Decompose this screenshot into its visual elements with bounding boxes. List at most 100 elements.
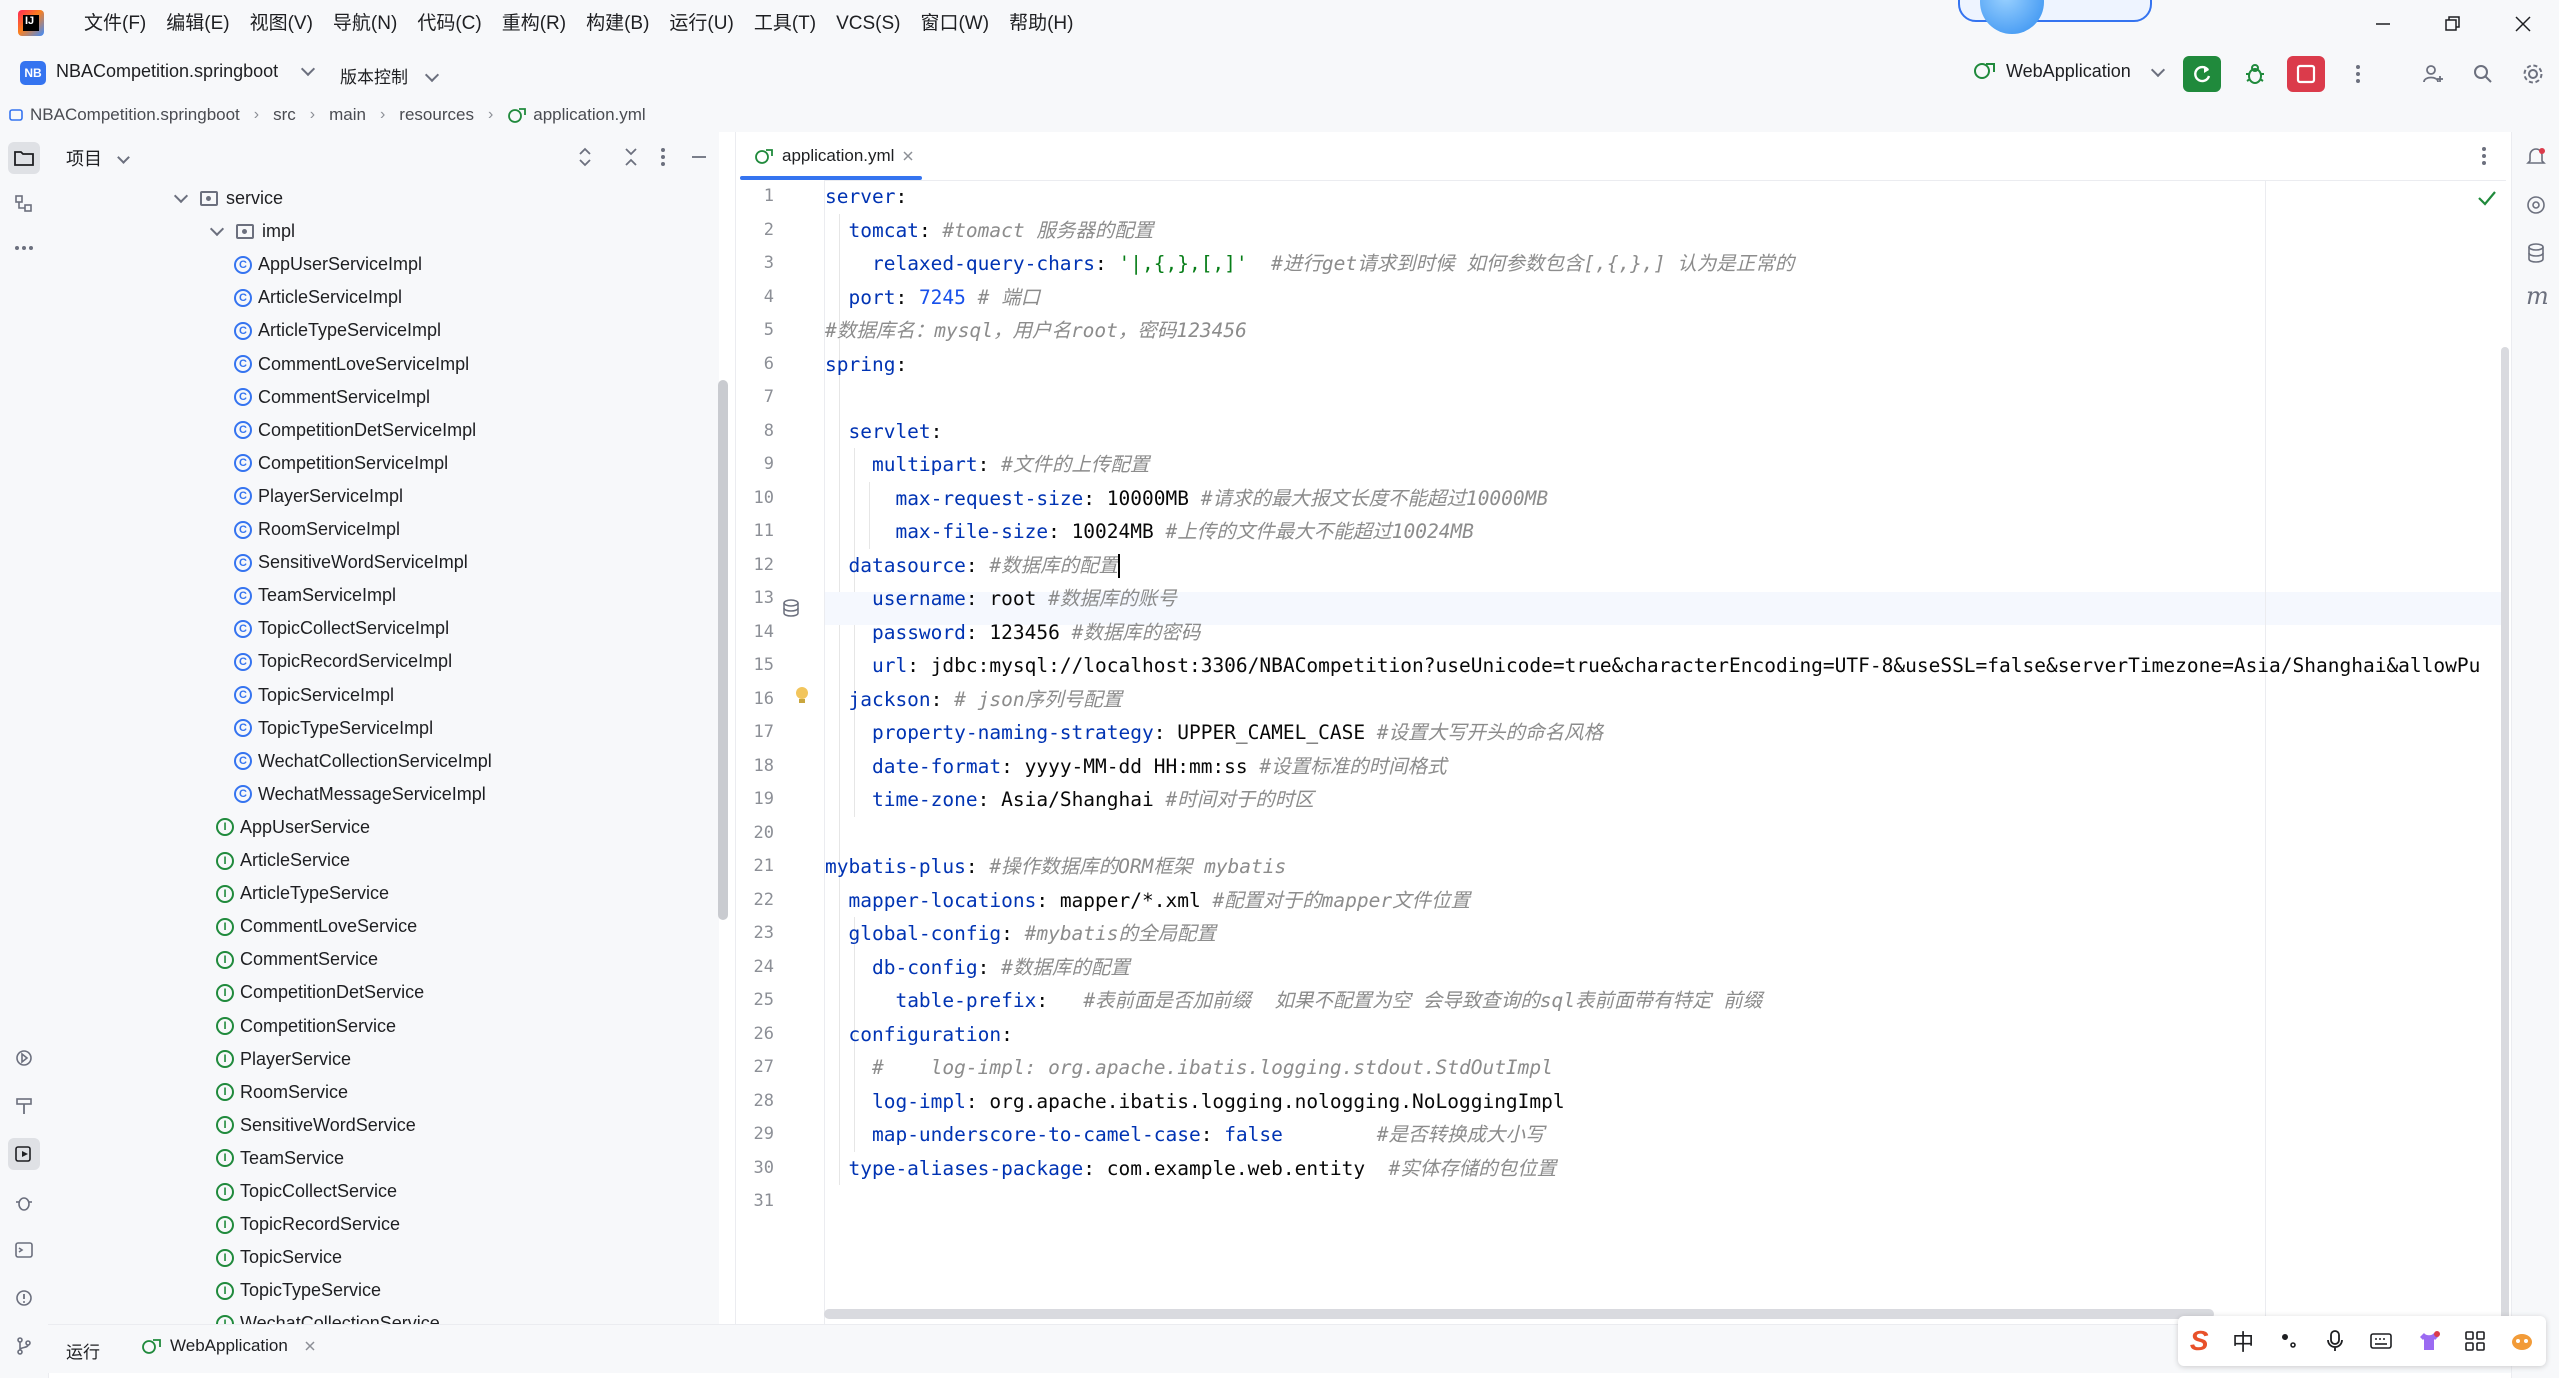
microphone-icon[interactable] xyxy=(2324,1329,2346,1353)
tree-item-class[interactable]: C SensitiveWordServiceImpl xyxy=(48,546,719,579)
menu-window[interactable]: 窗口(W) xyxy=(910,6,999,42)
git-tool-button[interactable] xyxy=(8,1330,40,1362)
tree-item-interface[interactable]: I TeamService xyxy=(48,1142,719,1175)
settings-button[interactable] xyxy=(2514,56,2552,92)
menu-file[interactable]: 文件(F) xyxy=(74,6,156,42)
tree-item-interface[interactable]: I TopicTypeService xyxy=(48,1274,719,1307)
debug-button[interactable] xyxy=(2236,56,2274,92)
tree-item-class[interactable]: C ArticleTypeServiceImpl xyxy=(48,314,719,347)
tree-item-class[interactable]: C CommentLoveServiceImpl xyxy=(48,348,719,381)
menu-tools[interactable]: 工具(T) xyxy=(744,6,826,42)
stop-button[interactable] xyxy=(2287,56,2325,92)
breadcrumb-resources[interactable]: resources xyxy=(399,105,474,125)
skin-shirt-icon[interactable] xyxy=(2417,1330,2441,1352)
tree-item-interface[interactable]: I TopicService xyxy=(48,1241,719,1274)
menu-code[interactable]: 代码(C) xyxy=(407,6,491,42)
breadcrumb-src[interactable]: src xyxy=(273,105,296,125)
ai-assistant-icon[interactable] xyxy=(2525,194,2547,216)
project-badge[interactable]: NB xyxy=(20,61,46,85)
expand-all-icon[interactable] xyxy=(576,146,594,168)
menu-edit[interactable]: 编辑(E) xyxy=(156,6,239,42)
tree-item-interface[interactable]: I AppUserService xyxy=(48,811,719,844)
tree-item-interface[interactable]: I CommentService xyxy=(48,943,719,976)
minimize-panel-icon[interactable] xyxy=(690,146,708,168)
editor-vertical-scrollbar[interactable] xyxy=(2501,347,2509,1372)
tree-item-interface[interactable]: I CompetitionDetService xyxy=(48,976,719,1009)
vcs-widget[interactable]: 版本控制 xyxy=(340,63,439,88)
tree-item-class[interactable]: C CompetitionDetServiceImpl xyxy=(48,414,719,447)
more-vertical-icon[interactable] xyxy=(2481,145,2487,167)
notifications-icon[interactable] xyxy=(2525,146,2547,168)
tree-item-class[interactable]: C TopicServiceImpl xyxy=(48,679,719,712)
breadcrumb-main[interactable]: main xyxy=(329,105,366,125)
terminal-tool-button[interactable] xyxy=(8,1234,40,1266)
menu-build[interactable]: 构建(B) xyxy=(576,6,659,42)
menu-help[interactable]: 帮助(H) xyxy=(999,6,1083,42)
structure-tool-button[interactable] xyxy=(8,188,40,220)
ime-language-toggle[interactable]: 中 xyxy=(2232,1325,2254,1357)
project-view-selector[interactable]: 项目 xyxy=(66,145,130,171)
rerun-button[interactable] xyxy=(2183,56,2221,92)
run-tab-webapplication[interactable]: WebApplication xyxy=(140,1336,316,1356)
tree-item-interface[interactable]: I RoomService xyxy=(48,1076,719,1109)
tree-item-class[interactable]: C TopicCollectServiceImpl xyxy=(48,612,719,645)
menu-view[interactable]: 视图(V) xyxy=(240,6,323,42)
collapse-all-icon[interactable] xyxy=(622,146,640,168)
editor-horizontal-scrollbar[interactable] xyxy=(824,1309,2214,1319)
tree-item-class[interactable]: C CompetitionServiceImpl xyxy=(48,447,719,480)
run-config-selector[interactable]: WebApplication xyxy=(1972,60,2165,82)
menu-run[interactable]: 运行(U) xyxy=(659,6,743,42)
debug-tool-button[interactable] xyxy=(8,1186,40,1218)
database-icon[interactable] xyxy=(781,598,803,618)
project-tree-scrollbar[interactable] xyxy=(718,380,728,920)
tab-application-yml[interactable]: application.yml xyxy=(744,132,924,180)
chevron-down-icon[interactable] xyxy=(173,188,189,204)
chevron-down-icon[interactable] xyxy=(209,222,225,237)
tree-item-class[interactable]: C TopicRecordServiceImpl xyxy=(48,645,719,678)
punctuation-icon[interactable] xyxy=(2278,1330,2300,1352)
tree-item-interface[interactable]: I TopicRecordService xyxy=(48,1208,719,1241)
menu-vcs[interactable]: VCS(S) xyxy=(826,6,910,42)
more-actions-button[interactable] xyxy=(2339,56,2377,92)
menu-navigate[interactable]: 导航(N) xyxy=(323,6,407,42)
close-tab-icon[interactable] xyxy=(304,1340,316,1352)
tree-item-class[interactable]: C ArticleServiceImpl xyxy=(48,281,719,314)
services-tool-button[interactable] xyxy=(8,1042,40,1074)
search-everywhere-button[interactable] xyxy=(2464,56,2502,92)
project-tool-button[interactable] xyxy=(8,142,40,174)
more-tools-button[interactable] xyxy=(8,232,40,264)
tree-item-class[interactable]: C PlayerServiceImpl xyxy=(48,480,719,513)
code-editor[interactable]: server: tomcat: #tomact 服务器的配置 relaxed-q… xyxy=(825,180,2506,1324)
project-switcher[interactable]: NBACompetition.springboot xyxy=(56,61,316,82)
menu-refactor[interactable]: 重构(R) xyxy=(492,6,576,42)
close-window-button[interactable] xyxy=(2488,0,2558,48)
tree-folder-service[interactable]: service xyxy=(48,182,719,215)
sogou-logo-icon[interactable]: S xyxy=(2190,1325,2209,1357)
more-vertical-icon[interactable] xyxy=(660,146,666,168)
tree-item-class[interactable]: C WechatMessageServiceImpl xyxy=(48,778,719,811)
tree-item-interface[interactable]: I CommentLoveService xyxy=(48,910,719,943)
keyboard-icon[interactable] xyxy=(2369,1331,2393,1351)
intention-bulb-icon[interactable] xyxy=(793,685,811,705)
tree-item-class[interactable]: C TeamServiceImpl xyxy=(48,579,719,612)
grid-menu-icon[interactable] xyxy=(2464,1330,2486,1352)
restore-button[interactable] xyxy=(2418,0,2488,48)
tree-item-interface[interactable]: I SensitiveWordService xyxy=(48,1109,719,1142)
tree-item-interface[interactable]: I WechatCollectionService xyxy=(48,1307,719,1324)
mascot-icon[interactable] xyxy=(2510,1330,2534,1352)
tree-item-interface[interactable]: I PlayerService xyxy=(48,1043,719,1076)
breadcrumb-project[interactable]: NBACompetition.springboot xyxy=(8,105,240,125)
run-tool-button[interactable] xyxy=(8,1138,40,1170)
maven-icon[interactable]: m xyxy=(2526,282,2549,310)
tree-item-interface[interactable]: I CompetitionService xyxy=(48,1010,719,1043)
tree-item-class[interactable]: C AppUserServiceImpl xyxy=(48,248,719,281)
tree-item-class[interactable]: C RoomServiceImpl xyxy=(48,513,719,546)
floating-assistant-widget[interactable] xyxy=(1958,0,2152,34)
breadcrumb-file[interactable]: application.yml xyxy=(507,105,646,125)
build-tool-button[interactable] xyxy=(8,1090,40,1122)
tree-item-class[interactable]: C WechatCollectionServiceImpl xyxy=(48,745,719,778)
tree-folder-impl[interactable]: impl xyxy=(48,215,719,248)
minimize-button[interactable] xyxy=(2348,0,2418,48)
tree-item-class[interactable]: C CommentServiceImpl xyxy=(48,381,719,414)
tree-item-interface[interactable]: I TopicCollectService xyxy=(48,1175,719,1208)
